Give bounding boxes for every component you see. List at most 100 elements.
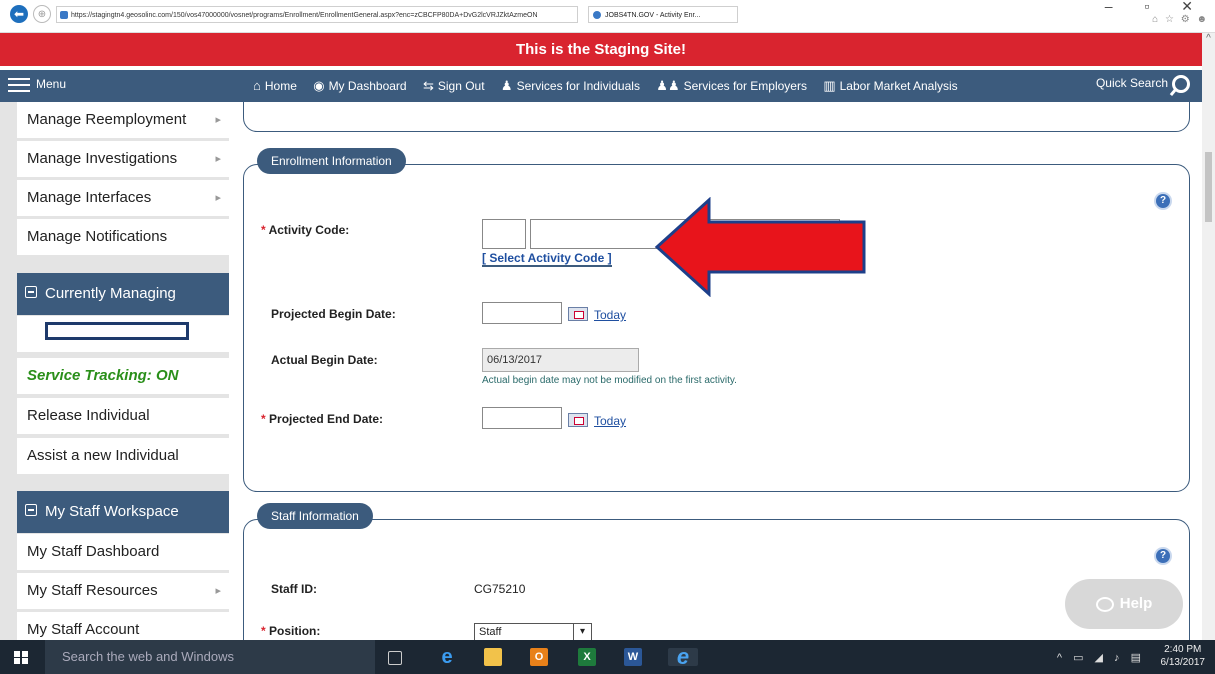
back-button[interactable]: ⬅ xyxy=(10,5,28,23)
nav-dashboard-label: My Dashboard xyxy=(328,79,407,93)
sidebar-item-manage-notifications[interactable]: Manage Notifications xyxy=(17,219,229,257)
sidebar-item-manage-interfaces[interactable]: Manage Interfaces ▸ xyxy=(17,180,229,218)
scroll-up-arrow[interactable]: ^ xyxy=(1202,33,1215,66)
clock-time: 2:40 PM xyxy=(1164,644,1202,655)
projected-begin-label: Projected Begin Date: xyxy=(271,307,396,321)
my-staff-workspace-header[interactable]: My Staff Workspace xyxy=(17,491,229,533)
position-select[interactable]: Staff ▾ xyxy=(474,623,592,640)
nav-labor-market-label: Labor Market Analysis xyxy=(839,79,958,93)
help-chat-button[interactable]: Help xyxy=(1065,579,1183,629)
quick-search-button[interactable]: Quick Search xyxy=(1096,75,1190,93)
forward-button[interactable]: ⊕ xyxy=(33,5,51,23)
quick-search-label: Quick Search xyxy=(1095,76,1168,91)
help-chat-label: Help xyxy=(1119,595,1153,612)
search-icon xyxy=(1172,75,1190,93)
taskbar-search[interactable]: Search the web and Windows xyxy=(45,640,375,674)
nav-sign-out[interactable]: ⇆ Sign Out xyxy=(423,78,485,93)
enrollment-legend: Enrollment Information xyxy=(257,148,406,174)
nav-employers-label: Services for Employers xyxy=(683,79,807,93)
nav-employers[interactable]: ♟♟ Services for Employers xyxy=(656,78,807,93)
browser-tab[interactable]: JOBS4TN.GOV - Activity Enr... xyxy=(588,6,738,23)
help-icon[interactable]: ? xyxy=(1156,194,1170,208)
currently-managing-header[interactable]: Currently Managing xyxy=(17,273,229,315)
nav-links: ⌂ Home ◉ My Dashboard ⇆ Sign Out ♟ Services … xyxy=(253,78,971,94)
actual-begin-label: Actual Begin Date: xyxy=(271,353,378,367)
tab-title: JOBS4TN.GOV - Activity Enr... xyxy=(605,12,701,19)
main-nav: Menu ⌂ Home ◉ My Dashboard ⇆ Sign Out ♟ Serv… xyxy=(0,70,1202,102)
projected-begin-today-link[interactable]: Today xyxy=(594,308,626,322)
projected-end-label: * Projected End Date: xyxy=(261,412,383,426)
sidebar-item-release-individual[interactable]: Release Individual xyxy=(17,398,229,436)
chat-bubble-icon xyxy=(1095,596,1114,612)
sidebar-item-staff-resources[interactable]: My Staff Resources ▸ xyxy=(17,573,229,611)
menu-label: Menu xyxy=(36,77,67,91)
activity-code-label: * Activity Code: xyxy=(261,223,349,237)
main-content: Enrollment Information ? * Activity Code… xyxy=(229,102,1202,640)
sidebar-item-label: Manage Investigations xyxy=(27,150,178,167)
scroll-thumb[interactable] xyxy=(1205,152,1212,222)
managed-individual-name[interactable] xyxy=(17,316,229,354)
dashboard-icon: ◉ xyxy=(313,78,325,93)
window-controls[interactable]: – ▫ ✕ xyxy=(1105,0,1207,15)
position-text: Position: xyxy=(269,624,321,638)
outlook-icon[interactable]: O xyxy=(530,648,548,666)
windows-start-icon[interactable] xyxy=(14,651,28,664)
nav-individuals-label: Services for Individuals xyxy=(516,79,640,93)
windows-taskbar: Search the web and Windows e O X W e ^ ▭… xyxy=(0,640,1215,674)
excel-icon[interactable]: X xyxy=(578,648,596,666)
sidebar-item-staff-account[interactable]: My Staff Account xyxy=(17,612,229,640)
projected-begin-input[interactable] xyxy=(482,302,562,324)
nav-dashboard[interactable]: ◉ My Dashboard xyxy=(313,78,407,93)
nav-labor-market[interactable]: ▥ Labor Market Analysis xyxy=(823,78,958,93)
staff-workspace-label: My Staff Workspace xyxy=(45,503,179,520)
required-marker: * xyxy=(261,412,266,426)
position-label: * Position: xyxy=(261,624,320,638)
calendar-icon[interactable] xyxy=(568,307,588,321)
collapse-icon xyxy=(25,504,37,517)
staging-banner: This is the Staging Site! xyxy=(0,33,1202,66)
file-explorer-icon[interactable] xyxy=(484,648,502,666)
word-icon[interactable]: W xyxy=(624,648,642,666)
previous-panel xyxy=(243,102,1190,132)
favicon-icon xyxy=(593,11,601,19)
sidebar-item-staff-dashboard[interactable]: My Staff Dashboard xyxy=(17,534,229,572)
projected-end-input[interactable] xyxy=(482,407,562,429)
sidebar-item-label: My Staff Resources xyxy=(27,582,158,599)
sidebar-item-label: My Staff Dashboard xyxy=(27,543,160,560)
page-scrollbar[interactable] xyxy=(1202,66,1215,640)
system-tray[interactable]: ^ ▭ ◢ ♪ ▤ xyxy=(1057,651,1145,664)
nav-home-label: Home xyxy=(264,79,297,93)
actual-begin-hint: Actual begin date may not be modified on… xyxy=(482,375,737,386)
activity-code-input[interactable] xyxy=(482,219,526,249)
edge-browser-icon[interactable]: e xyxy=(438,647,456,667)
sidebar-item-manage-investigations[interactable]: Manage Investigations ▸ xyxy=(17,141,229,179)
taskbar-clock[interactable]: 2:40 PM 6/13/2017 xyxy=(1161,643,1206,669)
address-bar[interactable]: https://stagingtn4.geosolinc.com/150/vos… xyxy=(56,6,578,23)
staff-legend: Staff Information xyxy=(257,503,373,529)
staff-panel: Staff Information ? Staff ID: CG75210 * … xyxy=(243,503,1190,640)
sidebar-item-assist-new-individual[interactable]: Assist a new Individual xyxy=(17,438,229,476)
calendar-icon[interactable] xyxy=(568,413,588,427)
browser-toolbar: ⬅ ⊕ https://stagingtn4.geosolinc.com/150… xyxy=(0,0,1215,33)
sidebar-item-label: Manage Reemployment xyxy=(27,111,187,128)
browser-toolbar-icons[interactable]: ⌂ ☆ ⚙ ☻ xyxy=(1152,14,1209,25)
required-marker: * xyxy=(261,624,266,638)
home-icon: ⌂ xyxy=(253,78,261,93)
chevron-right-icon: ▸ xyxy=(215,153,221,165)
currently-managing-label: Currently Managing xyxy=(45,285,176,302)
service-tracking-status[interactable]: Service Tracking: ON xyxy=(17,358,229,396)
task-view-icon[interactable] xyxy=(388,651,402,665)
select-activity-code-link[interactable]: [ Select Activity Code ] xyxy=(482,251,612,267)
help-icon[interactable]: ? xyxy=(1156,549,1170,563)
nav-individuals[interactable]: ♟ Services for Individuals xyxy=(501,78,640,93)
nav-home[interactable]: ⌂ Home xyxy=(253,78,297,93)
menu-button[interactable]: Menu xyxy=(8,77,66,92)
internet-explorer-icon[interactable]: e xyxy=(668,646,698,668)
chart-icon: ▥ xyxy=(823,78,836,93)
actual-begin-input: 06/13/2017 xyxy=(482,348,639,372)
sidebar-item-manage-reemployment[interactable]: Manage Reemployment ▸ xyxy=(17,102,229,140)
sidebar-item-label: Assist a new Individual xyxy=(27,447,179,464)
projected-end-today-link[interactable]: Today xyxy=(594,414,626,428)
sidebar-item-label: My Staff Account xyxy=(27,621,140,638)
chevron-right-icon: ▸ xyxy=(215,192,221,204)
